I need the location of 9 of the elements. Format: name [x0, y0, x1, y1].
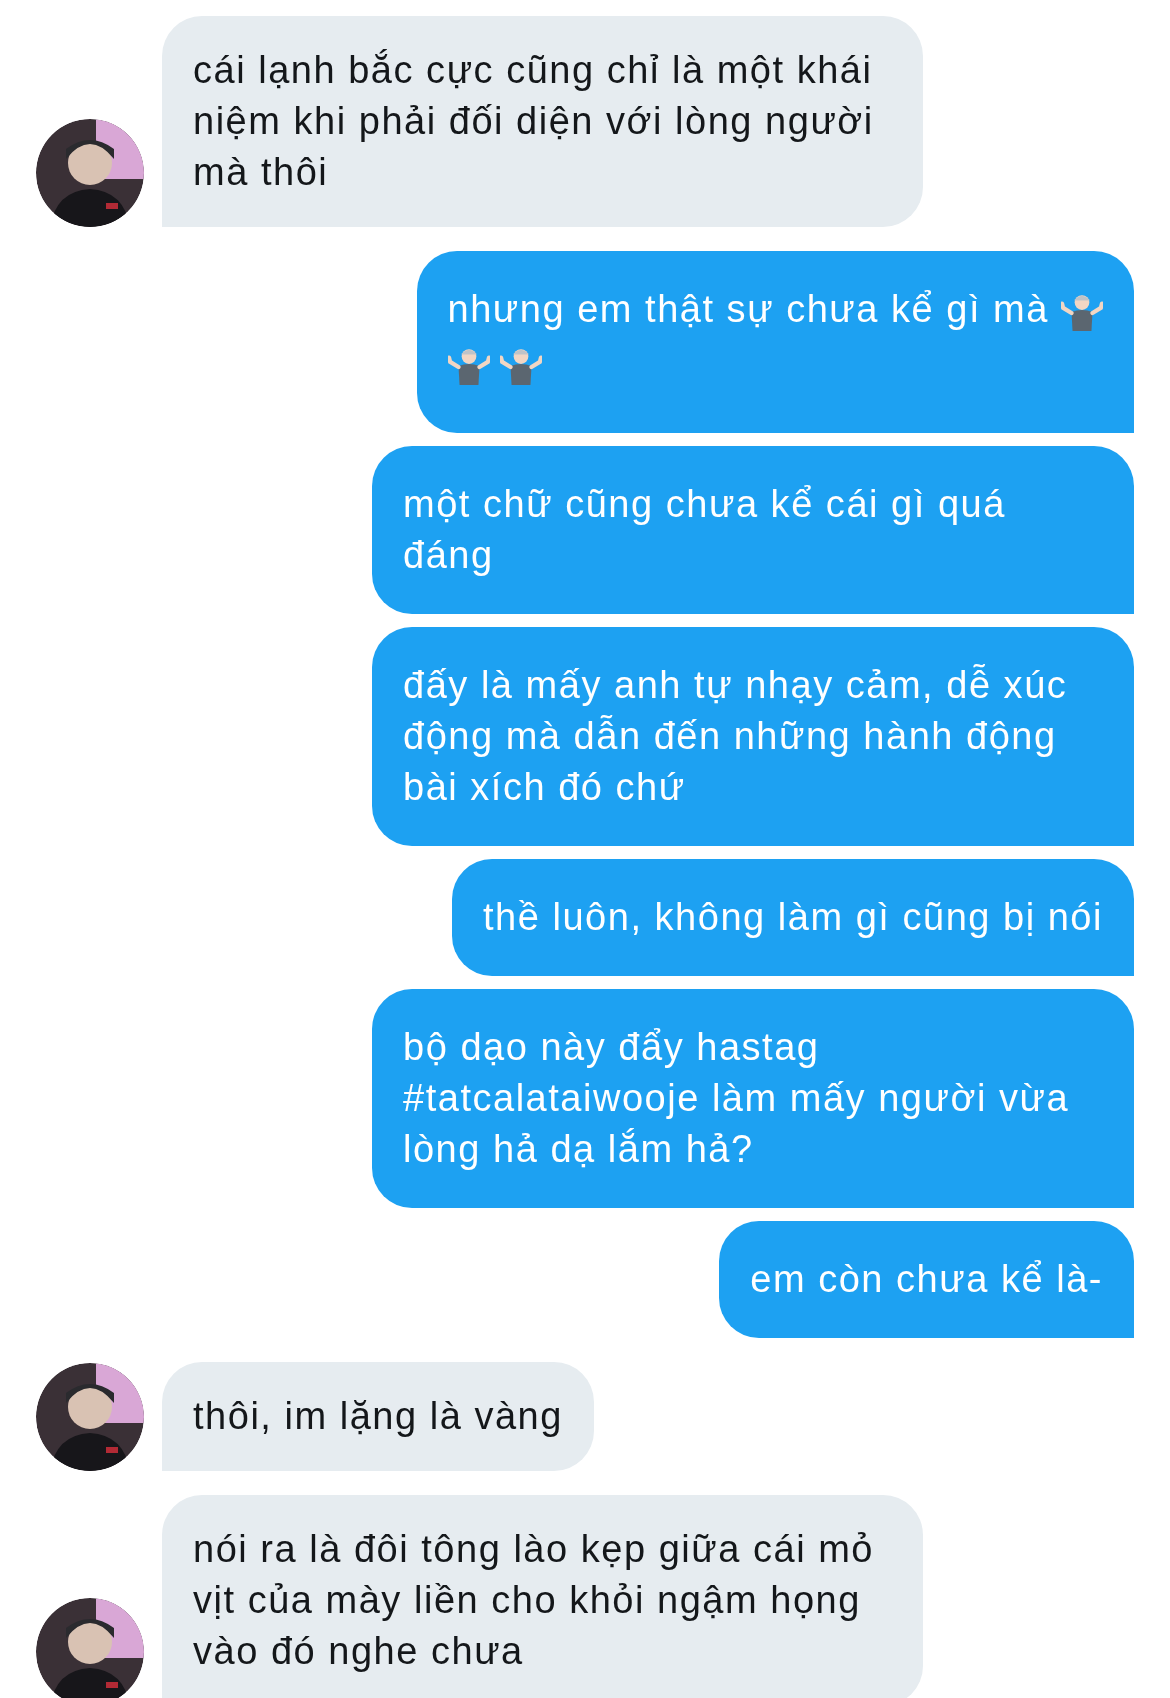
- message-text: bộ dạo này đẩy hastag #tatcalataiwooje làm mấy người vừa lòng hả dạ lắm hả?: [403, 1026, 1070, 1170]
- message-text: một chữ cũng chưa kể cái gì quá đáng: [403, 483, 1006, 576]
- message-text: cái lạnh bắc cực cũng chỉ là một khái niệm khi phải đối diện với lòng người mà thôi: [193, 49, 874, 193]
- message-text: nhưng em thật sự chưa kể gì mà: [447, 288, 1049, 330]
- message-text: thề luôn, không làm gì cũng bị nói: [483, 896, 1103, 938]
- message-text: đấy là mấy anh tự nhạy cảm, dễ xúc động mà dẫn đến những hành động bài xích đó chứ: [403, 664, 1068, 808]
- message-text: thôi, im lặng là vàng: [193, 1395, 563, 1437]
- message-text: em còn chưa kể là-: [750, 1258, 1103, 1300]
- message-text: nói ra là đôi tông lào kẹp giữa cái mỏ vịt của mày liền cho khỏi ngậm họng vào đó nghe chưa: [193, 1528, 874, 1672]
